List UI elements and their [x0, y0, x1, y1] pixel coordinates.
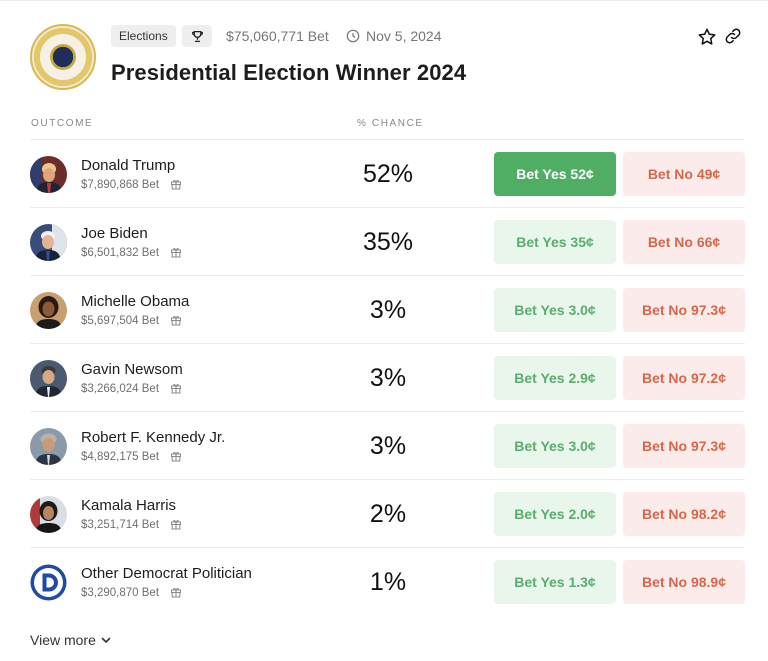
chevron-down-icon — [101, 637, 111, 643]
democratic-party-logo — [30, 564, 67, 601]
top-divider — [0, 0, 768, 1]
outcome-volume: $5,697,504 Bet — [81, 315, 160, 327]
outcome-chance: 3% — [369, 364, 407, 392]
bet-yes-button[interactable]: Bet Yes 1.3¢ — [494, 560, 616, 604]
outcome-row[interactable]: Michelle Obama $5,697,504 Bet 3% Bet Yes… — [30, 276, 745, 344]
gift-icon — [171, 316, 181, 326]
outcome-chance: 52% — [362, 160, 414, 188]
outcome-row[interactable]: Kamala Harris $3,251,714 Bet 2% Bet Yes … — [30, 480, 745, 548]
bet-no-button[interactable]: Bet No 66¢ — [623, 220, 745, 264]
gift-icon — [171, 588, 181, 598]
robert-f-kennedy-jr-portrait — [30, 428, 67, 465]
outcome-chance: 2% — [369, 500, 407, 528]
presidential-seal-logo — [30, 24, 96, 90]
bet-yes-button[interactable]: Bet Yes 3.0¢ — [494, 288, 616, 332]
outcome-name: Michelle Obama — [81, 293, 190, 310]
bet-no-button[interactable]: Bet No 98.2¢ — [623, 492, 745, 536]
outcome-name: Donald Trump — [81, 157, 176, 174]
gift-icon — [171, 452, 181, 462]
outcome-name: Robert F. Kennedy Jr. — [81, 429, 226, 446]
outcome-chance: 35% — [362, 228, 414, 256]
bet-no-button[interactable]: Bet No 49¢ — [623, 152, 745, 196]
outcome-volume: $3,251,714 Bet — [81, 519, 160, 531]
joe-biden-portrait — [30, 224, 67, 261]
michelle-obama-portrait — [30, 292, 67, 329]
bet-yes-button[interactable]: Bet Yes 2.9¢ — [494, 356, 616, 400]
link-icon[interactable] — [724, 27, 742, 45]
star-icon[interactable] — [697, 27, 717, 47]
bet-yes-button[interactable]: Bet Yes 52¢ — [494, 152, 616, 196]
outcome-volume: $6,501,832 Bet — [81, 247, 160, 259]
bet-yes-button[interactable]: Bet Yes 2.0¢ — [494, 492, 616, 536]
outcome-chance: 3% — [369, 296, 407, 324]
kamala-harris-portrait — [30, 496, 67, 533]
market-card: Elections $75,060,771 Bet Nov 5, 2024 Pr… — [0, 0, 768, 661]
outcome-row[interactable]: Other Democrat Politician $3,290,870 Bet… — [30, 548, 745, 614]
view-more-label: View more — [30, 632, 96, 648]
chance-column-header: % CHANCE — [357, 118, 424, 129]
outcome-volume: $3,266,024 Bet — [81, 383, 160, 395]
bet-yes-button[interactable]: Bet Yes 35¢ — [494, 220, 616, 264]
outcome-volume: $3,290,870 Bet — [81, 587, 160, 599]
market-end-date: Nov 5, 2024 — [366, 28, 442, 44]
elections-tag[interactable]: Elections — [111, 25, 176, 47]
outcome-row[interactable]: Joe Biden $6,501,832 Bet 35% Bet Yes 35¢… — [30, 208, 745, 276]
outcome-name: Gavin Newsom — [81, 361, 183, 378]
bet-no-button[interactable]: Bet No 97.3¢ — [623, 424, 745, 468]
bet-no-button[interactable]: Bet No 97.3¢ — [623, 288, 745, 332]
outcome-name: Joe Biden — [81, 225, 148, 242]
trophy-tag[interactable] — [182, 25, 212, 47]
bet-yes-button[interactable]: Bet Yes 3.0¢ — [494, 424, 616, 468]
market-volume: $75,060,771 Bet — [226, 28, 329, 44]
outcome-chance: 1% — [369, 568, 407, 596]
bet-no-button[interactable]: Bet No 98.9¢ — [623, 560, 745, 604]
trophy-icon — [191, 30, 203, 42]
outcome-name: Kamala Harris — [81, 497, 177, 514]
outcome-row[interactable]: Robert F. Kennedy Jr. $4,892,175 Bet 3% … — [30, 412, 745, 480]
outcome-volume: $4,892,175 Bet — [81, 451, 160, 463]
clock-icon — [346, 29, 360, 43]
outcome-row[interactable]: Gavin Newsom $3,266,024 Bet 3% Bet Yes 2… — [30, 344, 745, 412]
outcome-row[interactable]: Donald Trump $7,890,868 Bet 52% Bet Yes … — [30, 140, 745, 208]
gift-icon — [171, 520, 181, 530]
outcome-volume: $7,890,868 Bet — [81, 179, 160, 191]
bet-no-button[interactable]: Bet No 97.2¢ — [623, 356, 745, 400]
view-more-link[interactable]: View more — [30, 631, 112, 649]
outcome-chance: 3% — [369, 432, 407, 460]
outcome-column-header: OUTCOME — [31, 118, 94, 129]
gavin-newsom-portrait — [30, 360, 67, 397]
page-title: Presidential Election Winner 2024 — [111, 60, 467, 85]
donald-trump-portrait — [30, 156, 67, 193]
gift-icon — [171, 248, 181, 258]
seal-eagle-center — [50, 44, 76, 70]
gift-icon — [171, 384, 181, 394]
outcome-name: Other Democrat Politician — [81, 565, 252, 582]
gift-icon — [171, 180, 181, 190]
